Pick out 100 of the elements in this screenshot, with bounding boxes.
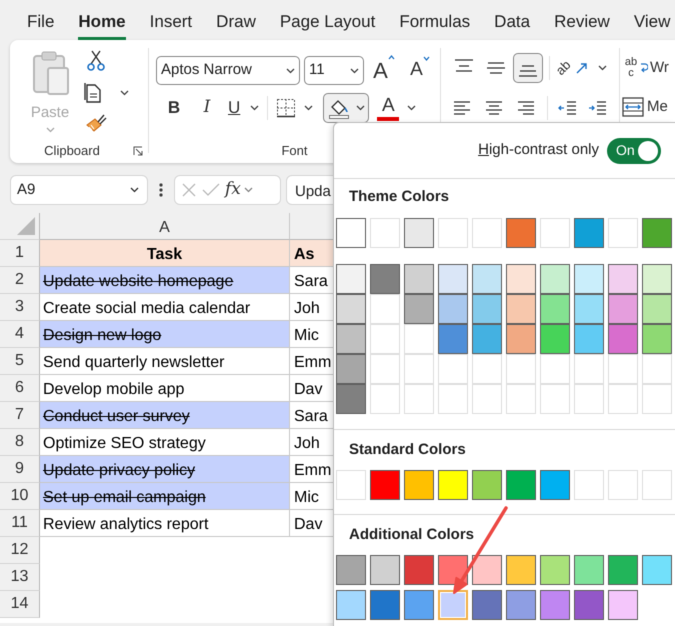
- color-swatch[interactable]: [642, 555, 672, 585]
- align-right-button[interactable]: [515, 99, 537, 117]
- color-swatch[interactable]: [404, 555, 434, 585]
- dialog-launcher-button[interactable]: [132, 145, 144, 157]
- color-swatch[interactable]: [438, 590, 468, 620]
- color-swatch[interactable]: [506, 294, 536, 324]
- color-swatch[interactable]: [574, 324, 604, 354]
- color-swatch[interactable]: [574, 590, 604, 620]
- color-swatch[interactable]: [574, 218, 604, 248]
- decrease-indent-button[interactable]: [558, 99, 578, 117]
- grow-font-button[interactable]: A: [370, 54, 398, 87]
- color-swatch[interactable]: [336, 218, 366, 248]
- color-swatch[interactable]: [574, 294, 604, 324]
- color-swatch[interactable]: [506, 264, 536, 294]
- menu-tab[interactable]: Data: [494, 2, 530, 40]
- color-swatch[interactable]: [336, 324, 366, 354]
- row-header[interactable]: 13: [0, 564, 40, 591]
- fill-color-button[interactable]: [323, 93, 370, 123]
- align-center-button[interactable]: [483, 99, 505, 117]
- color-swatch[interactable]: [472, 590, 502, 620]
- color-swatch[interactable]: [370, 470, 400, 500]
- row-header[interactable]: 1: [0, 240, 40, 267]
- color-swatch[interactable]: [438, 264, 468, 294]
- color-swatch[interactable]: [540, 324, 570, 354]
- color-swatch[interactable]: [574, 555, 604, 585]
- merge-button[interactable]: Me: [622, 96, 668, 118]
- color-swatch[interactable]: [642, 294, 672, 324]
- color-swatch[interactable]: [540, 470, 570, 500]
- row-header[interactable]: 5: [0, 348, 40, 375]
- color-swatch[interactable]: [336, 294, 366, 324]
- color-swatch[interactable]: [336, 590, 366, 620]
- color-swatch[interactable]: [370, 590, 400, 620]
- color-swatch[interactable]: [540, 590, 570, 620]
- row-header[interactable]: 14: [0, 591, 40, 618]
- row-header[interactable]: 11: [0, 510, 40, 537]
- font-name-field[interactable]: Aptos Narrow: [156, 56, 300, 85]
- row-header[interactable]: 8: [0, 429, 40, 456]
- color-swatch[interactable]: [336, 384, 366, 414]
- color-swatch[interactable]: [336, 354, 366, 384]
- menu-tab[interactable]: View: [634, 2, 670, 40]
- menu-tab[interactable]: Draw: [216, 2, 256, 40]
- color-swatch[interactable]: [438, 470, 468, 500]
- color-swatch[interactable]: [574, 264, 604, 294]
- color-swatch[interactable]: [608, 590, 638, 620]
- color-swatch[interactable]: [506, 555, 536, 585]
- color-swatch[interactable]: [472, 324, 502, 354]
- shrink-font-button[interactable]: A: [406, 56, 434, 85]
- color-swatch[interactable]: [472, 470, 502, 500]
- color-swatch[interactable]: [540, 555, 570, 585]
- menu-tab[interactable]: Review: [554, 2, 610, 40]
- color-swatch[interactable]: [608, 324, 638, 354]
- column-header[interactable]: A: [40, 213, 290, 240]
- row-header[interactable]: 6: [0, 375, 40, 402]
- color-swatch[interactable]: [404, 294, 434, 324]
- color-swatch[interactable]: [438, 294, 468, 324]
- toggle-switch[interactable]: On: [607, 138, 661, 164]
- color-swatch[interactable]: [472, 264, 502, 294]
- color-swatch[interactable]: [642, 324, 672, 354]
- row-header[interactable]: 9: [0, 456, 40, 483]
- increase-indent-button[interactable]: [588, 99, 608, 117]
- color-swatch[interactable]: [540, 264, 570, 294]
- name-box[interactable]: A9: [10, 175, 148, 205]
- row-header[interactable]: 2: [0, 267, 40, 294]
- row-header[interactable]: 7: [0, 402, 40, 429]
- align-left-button[interactable]: [451, 99, 473, 117]
- color-swatch[interactable]: [506, 218, 536, 248]
- row-header[interactable]: 4: [0, 321, 40, 348]
- insert-function-button[interactable]: fx: [225, 177, 241, 203]
- color-swatch[interactable]: [472, 555, 502, 585]
- row-header[interactable]: 12: [0, 537, 40, 564]
- color-swatch[interactable]: [404, 264, 434, 294]
- row-header[interactable]: 10: [0, 483, 40, 510]
- wrap-text-button[interactable]: abc Wr: [624, 57, 669, 80]
- color-swatch[interactable]: [370, 555, 400, 585]
- color-swatch[interactable]: [506, 590, 536, 620]
- menu-tab[interactable]: Formulas: [399, 2, 470, 40]
- color-swatch[interactable]: [608, 264, 638, 294]
- color-swatch[interactable]: [608, 555, 638, 585]
- menu-tab[interactable]: Insert: [150, 2, 192, 40]
- font-color-button[interactable]: A: [377, 96, 416, 120]
- bold-button[interactable]: B: [161, 95, 187, 121]
- color-swatch[interactable]: [336, 264, 366, 294]
- underline-button[interactable]: U: [228, 95, 260, 121]
- menu-tab[interactable]: File: [27, 2, 54, 40]
- color-swatch[interactable]: [642, 264, 672, 294]
- align-bottom-button[interactable]: [513, 53, 543, 83]
- color-swatch[interactable]: [506, 324, 536, 354]
- orientation-button[interactable]: ab: [556, 58, 608, 78]
- color-swatch[interactable]: [642, 218, 672, 248]
- color-swatch[interactable]: [506, 470, 536, 500]
- color-swatch[interactable]: [404, 218, 434, 248]
- color-swatch[interactable]: [370, 264, 400, 294]
- font-size-field[interactable]: 11: [304, 56, 364, 85]
- menu-tab[interactable]: Page Layout: [280, 2, 376, 40]
- italic-button[interactable]: I: [192, 95, 222, 121]
- color-swatch[interactable]: [336, 555, 366, 585]
- color-swatch[interactable]: [540, 294, 570, 324]
- row-header[interactable]: 3: [0, 294, 40, 321]
- color-swatch[interactable]: [438, 324, 468, 354]
- color-swatch[interactable]: [472, 294, 502, 324]
